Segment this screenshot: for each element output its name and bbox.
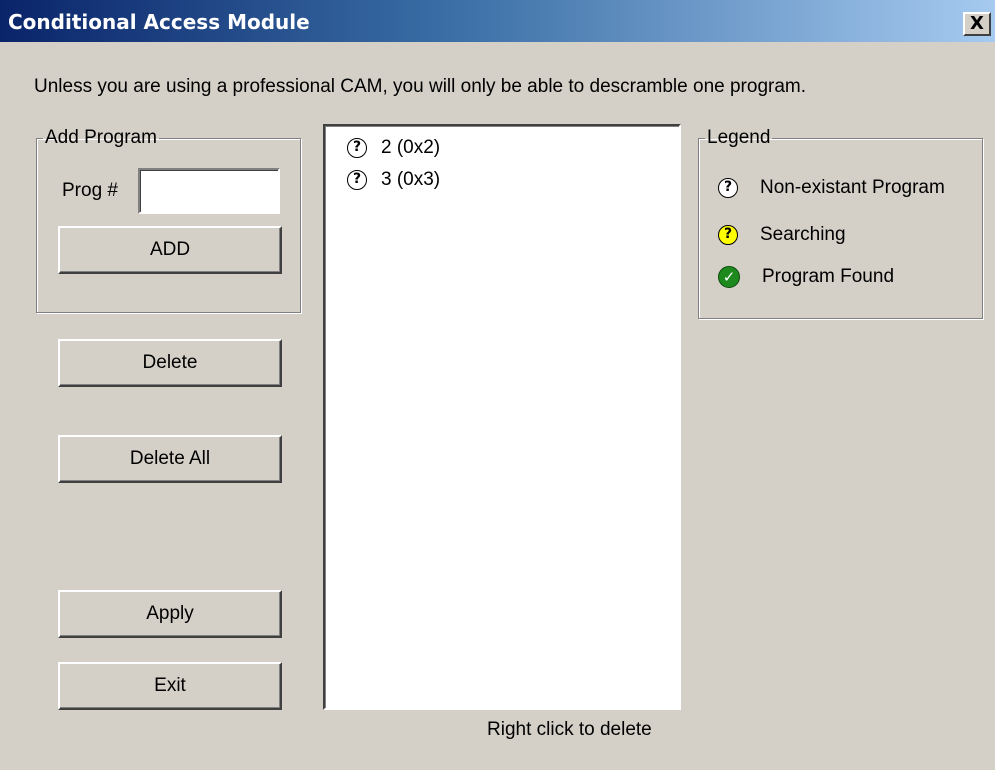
title-bar: Conditional Access Module X <box>0 0 995 42</box>
delete-button[interactable]: Delete <box>58 339 282 387</box>
prog-number-input[interactable] <box>138 168 280 214</box>
add-button[interactable]: ADD <box>58 226 282 274</box>
green-check-circle-icon: ✓ <box>718 266 740 288</box>
legend-item-searching: ? Searching <box>718 220 846 250</box>
delete-all-button[interactable]: Delete All <box>58 435 282 483</box>
close-button[interactable]: X <box>963 12 991 36</box>
legend-label: Program Found <box>762 266 895 287</box>
legend-item-non-existant: ? Non-existant Program <box>718 173 945 203</box>
yellow-question-circle-icon: ? <box>718 225 738 245</box>
add-program-group-label: Add Program <box>45 127 157 148</box>
add-program-group: Add Program <box>36 127 301 313</box>
legend-label: Non-existant Program <box>760 177 945 198</box>
window-title: Conditional Access Module <box>8 10 310 34</box>
question-circle-icon: ? <box>718 178 738 198</box>
question-circle-icon: ? <box>347 170 367 190</box>
prog-number-label: Prog # <box>62 180 118 201</box>
right-click-hint: Right click to delete <box>487 719 652 740</box>
legend-group-label: Legend <box>707 127 771 148</box>
program-list[interactable]: ? 2 (0x2) ? 3 (0x3) <box>323 124 681 710</box>
program-label: 3 (0x3) <box>381 169 441 190</box>
legend-item-found: ✓ Program Found <box>718 262 894 292</box>
list-item[interactable]: ? 2 (0x2) <box>347 134 440 162</box>
legend-label: Searching <box>760 224 846 245</box>
apply-button[interactable]: Apply <box>58 590 282 638</box>
exit-button[interactable]: Exit <box>58 662 282 710</box>
info-text: Unless you are using a professional CAM,… <box>34 76 807 97</box>
question-circle-icon: ? <box>347 138 367 158</box>
list-item[interactable]: ? 3 (0x3) <box>347 166 440 194</box>
program-label: 2 (0x2) <box>381 137 441 158</box>
